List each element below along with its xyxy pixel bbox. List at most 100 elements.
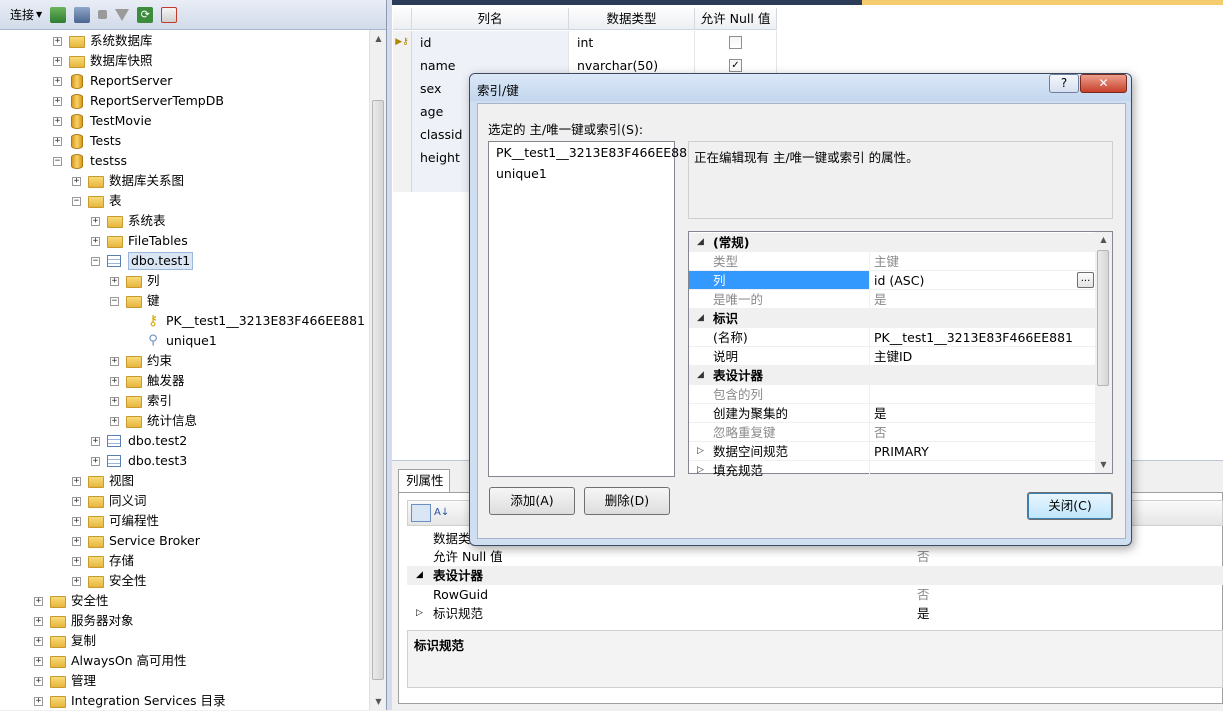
expand-icon[interactable]: +: [72, 496, 81, 506]
row-selector[interactable]: [393, 77, 412, 100]
collapse-icon[interactable]: −: [91, 256, 100, 266]
allow-null-checkbox[interactable]: ✓: [729, 59, 742, 72]
expand-icon[interactable]: +: [72, 576, 81, 586]
property-category[interactable]: 标识: [689, 309, 1095, 328]
expand-icon[interactable]: +: [91, 236, 100, 246]
tree-node[interactable]: + AlwaysOn 高可用性: [34, 651, 187, 671]
column-name-cell[interactable]: id: [412, 31, 569, 54]
activity-monitor-icon[interactable]: [161, 6, 178, 23]
tree-node[interactable]: + dbo.test2: [91, 431, 187, 451]
disconnect-icon[interactable]: [74, 6, 91, 23]
list-item-unique1[interactable]: unique1: [496, 164, 547, 184]
property-row[interactable]: 创建为聚集的是: [689, 404, 1095, 423]
tree-node[interactable]: − dbo.test1: [91, 251, 194, 271]
expand-icon[interactable]: +: [34, 696, 43, 706]
expand-icon[interactable]: +: [110, 276, 119, 286]
tree-node[interactable]: + Integration Services 目录: [34, 691, 226, 711]
tree-node[interactable]: + 管理: [34, 671, 96, 691]
expand-icon[interactable]: +: [110, 356, 119, 366]
expand-icon[interactable]: +: [72, 536, 81, 546]
expand-icon[interactable]: +: [110, 376, 119, 386]
expand-icon[interactable]: +: [72, 476, 81, 486]
property-grid-scrollbar[interactable]: ▲ ▼: [1095, 232, 1112, 473]
expand-icon[interactable]: +: [53, 36, 62, 46]
collapse-icon[interactable]: ◢: [697, 370, 704, 380]
scroll-up-arrow[interactable]: ▲: [370, 30, 387, 47]
categorized-icon[interactable]: [411, 504, 431, 522]
collapse-icon[interactable]: −: [72, 196, 81, 206]
tree-node[interactable]: + 安全性: [72, 571, 147, 591]
row-selector[interactable]: [393, 146, 412, 169]
tree-node[interactable]: + Service Broker: [72, 531, 200, 551]
document-tab-active[interactable]: [862, 0, 1223, 5]
row-selector[interactable]: [393, 123, 412, 146]
tree-node[interactable]: + 列: [110, 271, 160, 291]
expand-icon[interactable]: ▷: [416, 608, 423, 618]
row-selector[interactable]: [393, 100, 412, 123]
property-row[interactable]: 说明 主键ID: [689, 347, 1095, 366]
tree-node[interactable]: + 视图: [72, 471, 134, 491]
refresh-icon[interactable]: ⟳: [137, 6, 154, 23]
expand-icon[interactable]: +: [91, 216, 100, 226]
expand-icon[interactable]: +: [34, 616, 43, 626]
object-explorer-scrollbar[interactable]: ▲ ▼: [369, 30, 386, 710]
tree-node[interactable]: + ReportServer: [53, 71, 172, 91]
tree-node[interactable]: + TestMovie: [53, 111, 152, 131]
tree-node[interactable]: + FileTables: [91, 231, 188, 251]
property-row[interactable]: 包含的列: [689, 385, 1095, 404]
tree-node[interactable]: + 触发器: [110, 371, 185, 391]
expand-icon[interactable]: +: [34, 636, 43, 646]
connect-button[interactable]: 连接 ▼: [10, 6, 42, 23]
index-key-list[interactable]: [488, 141, 675, 477]
filter-icon[interactable]: [115, 8, 130, 21]
expand-icon[interactable]: +: [53, 116, 62, 126]
expand-icon[interactable]: +: [53, 96, 62, 106]
tree-node[interactable]: + 数据库快照: [53, 51, 153, 71]
expand-icon[interactable]: +: [72, 556, 81, 566]
tree-node[interactable]: ⚷ PK__test1__3213E83F466EE881: [129, 311, 365, 331]
property-row[interactable]: 标识规范 是: [407, 604, 1223, 623]
tree-node[interactable]: + 系统数据库: [53, 31, 153, 51]
tree-node[interactable]: + 数据库关系图: [72, 171, 184, 191]
collapse-icon[interactable]: −: [110, 296, 119, 306]
tree-node[interactable]: + 安全性: [34, 591, 109, 611]
property-row[interactable]: 列 id (ASC): [689, 271, 1095, 290]
tree-node[interactable]: + 索引: [110, 391, 172, 411]
help-button[interactable]: ?: [1049, 74, 1079, 93]
collapse-icon[interactable]: ◢: [697, 237, 704, 247]
property-row[interactable]: 类型 主键: [689, 252, 1095, 271]
expand-icon[interactable]: +: [53, 136, 62, 146]
collapse-icon[interactable]: ◢: [697, 313, 704, 323]
expand-icon[interactable]: +: [72, 176, 81, 186]
allow-null-checkbox[interactable]: [729, 36, 742, 49]
tree-node[interactable]: + 复制: [34, 631, 96, 651]
tree-node[interactable]: + ReportServerTempDB: [53, 91, 224, 111]
tree-node[interactable]: − testss: [53, 151, 127, 171]
table-row[interactable]: ▶⚷ id int: [393, 31, 777, 54]
collapse-icon[interactable]: −: [53, 156, 62, 166]
property-category[interactable]: (常规): [689, 233, 1095, 252]
property-row[interactable]: 是唯一的是: [689, 290, 1095, 309]
expand-icon[interactable]: ▷: [697, 465, 704, 475]
sort-alphabetical-icon[interactable]: A↓: [434, 504, 454, 522]
list-item-primary-key[interactable]: PK__test1__3213E83F466EE881: [496, 143, 695, 163]
scroll-down-arrow[interactable]: ▼: [370, 693, 387, 710]
tree-node[interactable]: + 统计信息: [110, 411, 197, 431]
expand-icon[interactable]: +: [53, 56, 62, 66]
data-type-cell[interactable]: int: [569, 31, 695, 54]
expand-icon[interactable]: +: [110, 396, 119, 406]
row-selector[interactable]: [393, 54, 412, 77]
add-button[interactable]: 添加(A): [489, 487, 575, 515]
expand-icon[interactable]: +: [34, 596, 43, 606]
property-category[interactable]: 表设计器: [407, 566, 1223, 585]
primary-key-row-icon[interactable]: ▶⚷: [393, 31, 412, 54]
tree-node[interactable]: − 键: [110, 291, 160, 311]
property-category[interactable]: 表设计器: [689, 366, 1095, 385]
property-row[interactable]: (名称) PK__test1__3213E83F466EE881: [689, 328, 1095, 347]
row-selector[interactable]: [393, 169, 412, 192]
tree-node[interactable]: ⚲ unique1: [129, 331, 217, 351]
expand-icon[interactable]: +: [91, 456, 100, 466]
expand-icon[interactable]: ▷: [697, 446, 704, 456]
stop-icon[interactable]: [98, 10, 108, 19]
expand-icon[interactable]: +: [53, 76, 62, 86]
